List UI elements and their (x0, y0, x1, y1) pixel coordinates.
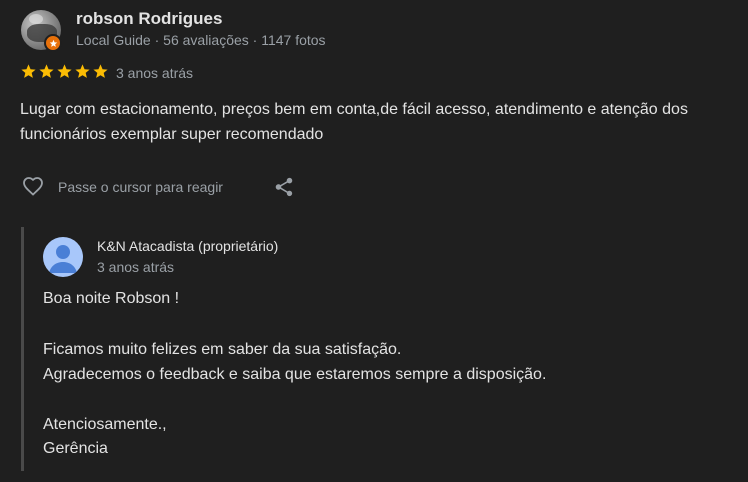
react-hint: Passe o cursor para reagir (58, 179, 223, 195)
star-icon (93, 64, 108, 78)
star-rating (20, 63, 109, 80)
owner-reply-line: Gerência (43, 440, 108, 457)
review-text: Lugar com estacionamento, preços bem em … (20, 97, 748, 147)
like-button[interactable] (20, 174, 46, 198)
owner-reply-line: Atenciosamente., (43, 416, 167, 433)
reviewer-meta: Local Guide · 56 avaliações · 1147 fotos (76, 32, 326, 48)
review-date: 3 anos atrás (116, 65, 194, 81)
owner-reply-line: Ficamos muito felizes em saber da sua sa… (43, 341, 402, 358)
review-text-line: Lugar com estacionamento, preços bem em … (20, 101, 688, 118)
share-icon (275, 177, 293, 197)
review-text-line: funcionários exemplar super recomendado (20, 126, 324, 143)
reply-divider (21, 227, 24, 471)
reviewer-name[interactable]: robson Rodrigues (76, 9, 222, 29)
star-icon (39, 64, 54, 78)
star-icon (75, 64, 90, 78)
review-card: robson Rodrigues Local Guide · 56 avalia… (0, 0, 748, 482)
star-icon (21, 64, 36, 78)
star-icon (57, 64, 72, 78)
owner-reply-line: Agradecemos o feedback e saiba que estar… (43, 366, 547, 383)
owner-reply-date: 3 anos atrás (97, 259, 175, 275)
local-guide-badge-icon (44, 34, 62, 52)
owner-reply-line: Boa noite Robson ! (43, 290, 180, 307)
owner-name: K&N Atacadista (proprietário) (97, 238, 279, 254)
heart-outline-icon (23, 177, 43, 196)
share-button[interactable] (273, 176, 295, 198)
owner-avatar-icon (43, 237, 83, 277)
